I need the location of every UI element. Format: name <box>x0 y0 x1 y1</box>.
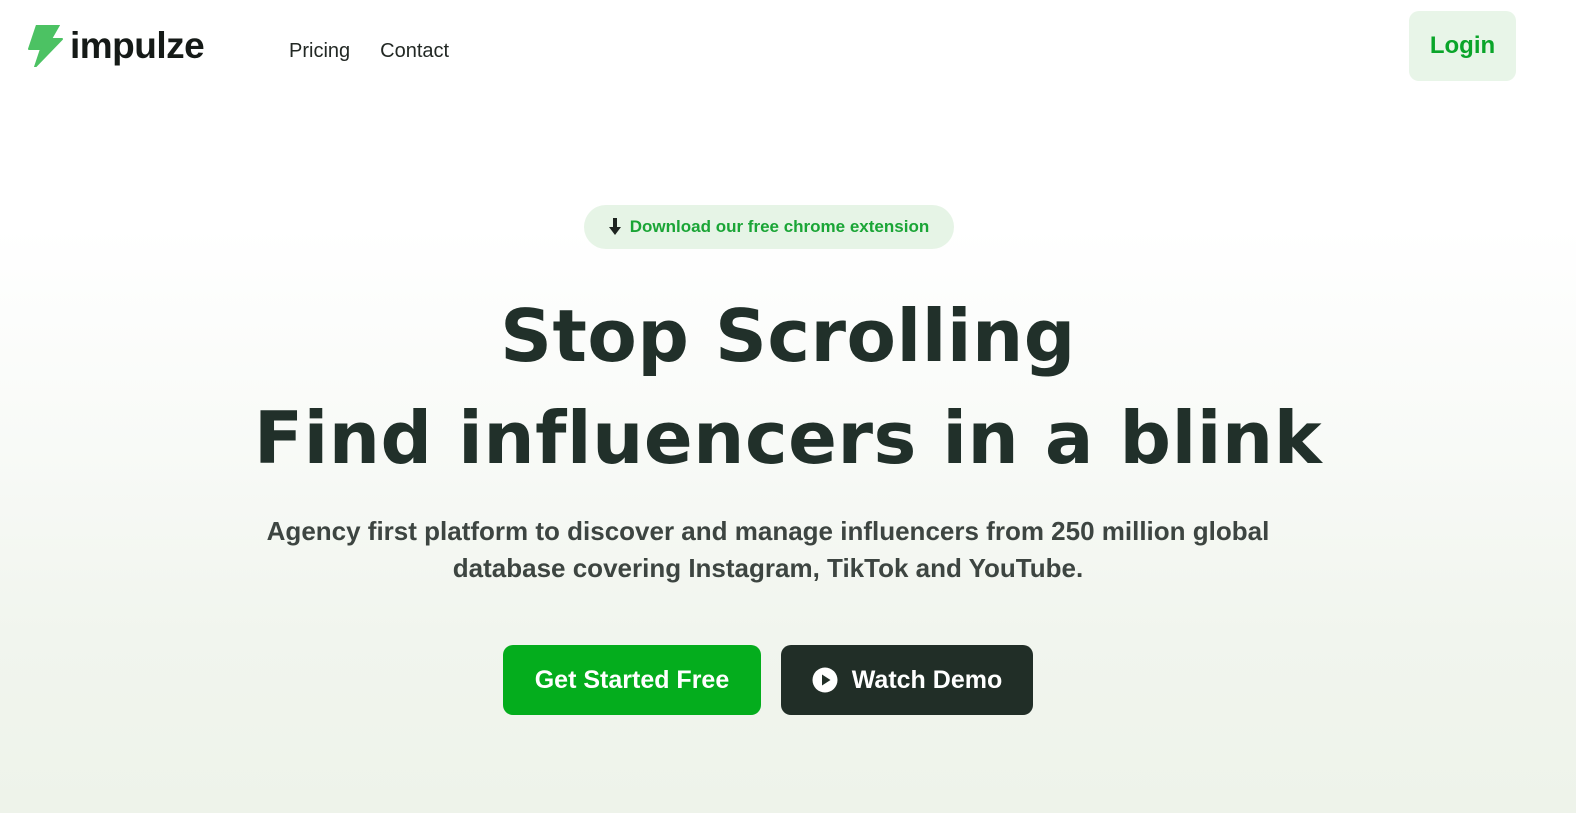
hero-subtitle: Agency first platform to discover and ma… <box>266 516 1270 583</box>
brand-logo[interactable]: impulze <box>27 24 205 68</box>
site-header: impulze Pricing Contact Login <box>0 0 1576 100</box>
nav-item-pricing[interactable]: Pricing <box>289 38 350 64</box>
lightning-bolt-icon <box>28 25 63 67</box>
main-nav: Pricing Contact <box>289 38 449 64</box>
play-circle-icon <box>812 667 838 693</box>
login-button[interactable]: Login <box>1409 11 1516 81</box>
download-arrow-icon <box>608 218 621 235</box>
hero-headline-line-2: Find influencers in a blink <box>253 396 1323 480</box>
get-started-button[interactable]: Get Started Free <box>503 645 761 715</box>
watch-demo-button[interactable]: Watch Demo <box>781 645 1033 715</box>
nav-item-contact[interactable]: Contact <box>380 38 449 64</box>
brand-name: impulze <box>70 25 205 66</box>
hero-headline: Stop Scrolling Find influencers in a bli… <box>0 285 1576 489</box>
chrome-extension-label: Download our free chrome extension <box>629 217 930 236</box>
hero-headline-line-1: Stop Scrolling <box>500 294 1076 378</box>
chrome-extension-badge[interactable]: Download our free chrome extension <box>584 205 954 249</box>
watch-demo-label: Watch Demo <box>851 665 1003 694</box>
